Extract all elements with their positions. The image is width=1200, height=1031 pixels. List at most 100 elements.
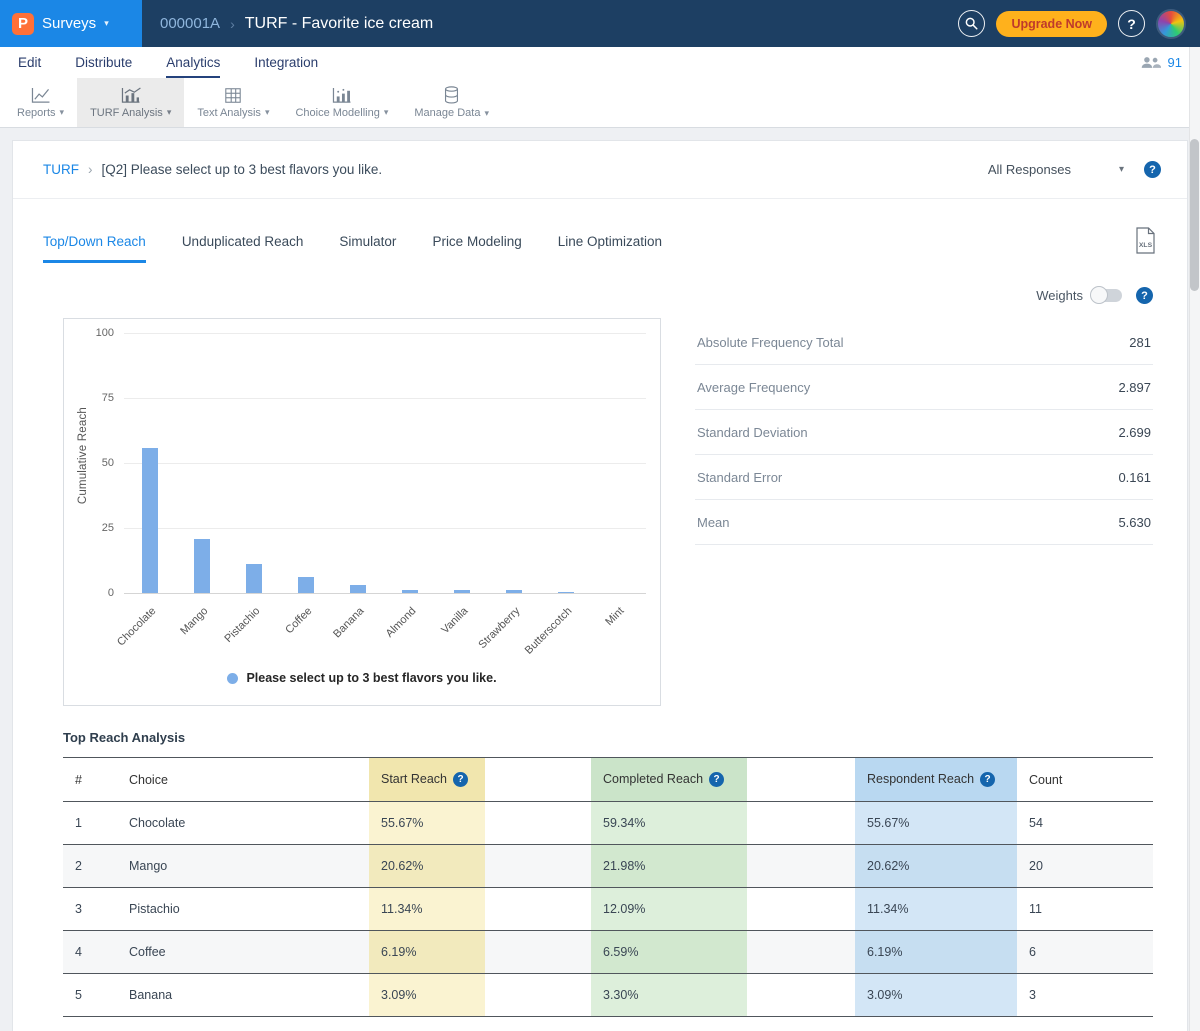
rank-cell: 2 (63, 845, 117, 888)
table-title: Top Reach Analysis (63, 730, 1153, 745)
table-row: 4Coffee6.19%6.59%6.19%6 (63, 931, 1153, 974)
tab-top-down-reach[interactable]: Top/Down Reach (43, 234, 146, 263)
toolbar-item-label: Manage Data ▾ (414, 107, 489, 119)
reach-table: #ChoiceStart Reach?Completed Reach?Respo… (63, 757, 1153, 1017)
help-icon[interactable]: ? (709, 772, 724, 787)
upgrade-now-button[interactable]: Upgrade Now (996, 11, 1107, 37)
start-reach-cell: 3.09% (369, 974, 485, 1017)
toolbar-item-text-analysis[interactable]: Text Analysis ▾ (184, 78, 282, 127)
chart-bar (194, 539, 210, 593)
toolbar-item-label: TURF Analysis ▾ (90, 107, 171, 119)
chart-bar (246, 564, 262, 593)
start-reach-cell: 11.34% (369, 888, 485, 931)
question-bar-actions: All Responses ▾ ? (988, 161, 1161, 178)
nav-item-edit[interactable]: Edit (18, 47, 41, 78)
top-reach-section: Top Reach Analysis #ChoiceStart Reach?Co… (13, 706, 1187, 1017)
chart-bar (298, 577, 314, 593)
analysis-toolbar: Reports ▾ TURF Analysis ▾ Text Analysis ▾ C… (0, 78, 1200, 128)
reach-chart: Cumulative Reach Please select up to 3 b… (63, 318, 661, 706)
stat-label: Standard Error (697, 470, 782, 485)
survey-id-link[interactable]: 000001A (160, 15, 220, 32)
spacer-cell (485, 888, 591, 931)
toolbar-item-label: Choice Modelling ▾ (295, 107, 388, 119)
spacer-cell (747, 802, 855, 845)
nav-item-distribute[interactable]: Distribute (75, 47, 132, 78)
column-header-spacer (747, 758, 855, 802)
tab-simulator[interactable]: Simulator (339, 234, 396, 263)
start-reach-cell: 55.67% (369, 802, 485, 845)
respondent-reach-cell: 6.19% (855, 931, 1017, 974)
chevron-down-icon: ▾ (1119, 164, 1124, 175)
chart-bar (142, 448, 158, 593)
stat-row-mean: Mean5.630 (695, 500, 1153, 545)
spacer-cell (747, 974, 855, 1017)
export-xls-button[interactable]: XLS (1134, 227, 1157, 263)
chart-stats-row: Cumulative Reach Please select up to 3 b… (13, 304, 1187, 706)
vertical-scrollbar[interactable] (1189, 47, 1200, 1031)
primary-nav: Edit Distribute Analytics Integration 91 (0, 47, 1200, 78)
breadcrumb-separator: › (230, 16, 235, 32)
weights-toggle[interactable] (1092, 289, 1122, 302)
product-menu[interactable]: P Surveys ▾ (0, 0, 142, 47)
count-cell: 6 (1017, 931, 1153, 974)
toolbar-item-reports[interactable]: Reports ▾ (4, 78, 77, 127)
column-header-respondent-reach: Respondent Reach? (855, 758, 1017, 802)
count-cell: 3 (1017, 974, 1153, 1017)
chart-bar (402, 590, 418, 593)
help-icon[interactable]: ? (980, 772, 995, 787)
stat-row-absolute-frequency-total: Absolute Frequency Total281 (695, 320, 1153, 365)
chevron-down-icon: ▾ (60, 107, 65, 118)
product-name: Surveys (42, 15, 96, 32)
stat-row-standard-error: Standard Error0.161 (695, 455, 1153, 500)
nav-item-integration[interactable]: Integration (254, 47, 318, 78)
start-reach-cell: 20.62% (369, 845, 485, 888)
rank-cell: 1 (63, 802, 117, 845)
help-icon[interactable]: ? (453, 772, 468, 787)
stat-row-standard-deviation: Standard Deviation2.699 (695, 410, 1153, 455)
question-breadcrumb: TURF › [Q2] Please select up to 3 best f… (43, 162, 382, 177)
respondents-count: 91 (1168, 55, 1182, 70)
tab-unduplicated-reach[interactable]: Unduplicated Reach (182, 234, 304, 263)
turf-breadcrumb-link[interactable]: TURF (43, 162, 79, 177)
help-icon[interactable]: ? (1144, 161, 1161, 178)
chevron-down-icon: ▾ (104, 18, 109, 29)
content-card: TURF › [Q2] Please select up to 3 best f… (12, 140, 1188, 1031)
toolbar-item-manage-data[interactable]: Manage Data ▾ (401, 78, 502, 127)
toolbar-item-choice-modelling[interactable]: Choice Modelling ▾ (282, 78, 401, 127)
stat-label: Mean (697, 515, 730, 530)
avatar[interactable] (1156, 9, 1186, 39)
responses-filter-dropdown[interactable]: All Responses ▾ (988, 162, 1124, 177)
column-header-spacer (485, 758, 591, 802)
column-header-choice: Choice (117, 758, 369, 802)
choice-cell: Banana (117, 974, 369, 1017)
y-tick-label: 50 (80, 457, 114, 469)
gridline (124, 593, 646, 594)
tab-line-optimization[interactable]: Line Optimization (558, 234, 662, 263)
column-header-start-reach: Start Reach? (369, 758, 485, 802)
search-button[interactable] (958, 10, 985, 37)
table-header-row: #ChoiceStart Reach?Completed Reach?Respo… (63, 758, 1153, 802)
tab-price-modeling[interactable]: Price Modeling (432, 234, 521, 263)
toggle-knob (1090, 286, 1108, 304)
chevron-down-icon: ▾ (484, 108, 489, 119)
help-button[interactable]: ? (1118, 10, 1145, 37)
scrollbar-thumb[interactable] (1190, 139, 1199, 291)
chart-bar (350, 585, 366, 593)
toolbar-item-turf-analysis[interactable]: TURF Analysis ▾ (77, 78, 184, 127)
chart-bar (454, 590, 470, 593)
chevron-down-icon: ▾ (265, 107, 270, 118)
respondent-reach-cell: 3.09% (855, 974, 1017, 1017)
stat-row-average-frequency: Average Frequency2.897 (695, 365, 1153, 410)
toolbar-item-label: Reports ▾ (17, 107, 64, 119)
completed-reach-cell: 12.09% (591, 888, 747, 931)
respondents-indicator[interactable]: 91 (1141, 47, 1182, 78)
count-cell: 54 (1017, 802, 1153, 845)
chevron-down-icon: ▾ (167, 107, 172, 118)
table-row: 3Pistachio11.34%12.09%11.34%11 (63, 888, 1153, 931)
nav-item-analytics[interactable]: Analytics (166, 47, 220, 78)
y-tick-label: 100 (80, 327, 114, 339)
help-icon[interactable]: ? (1136, 287, 1153, 304)
chart-legend: Please select up to 3 best flavors you l… (64, 671, 660, 685)
stat-value: 281 (1129, 335, 1151, 350)
xls-file-icon: XLS (1134, 227, 1157, 254)
